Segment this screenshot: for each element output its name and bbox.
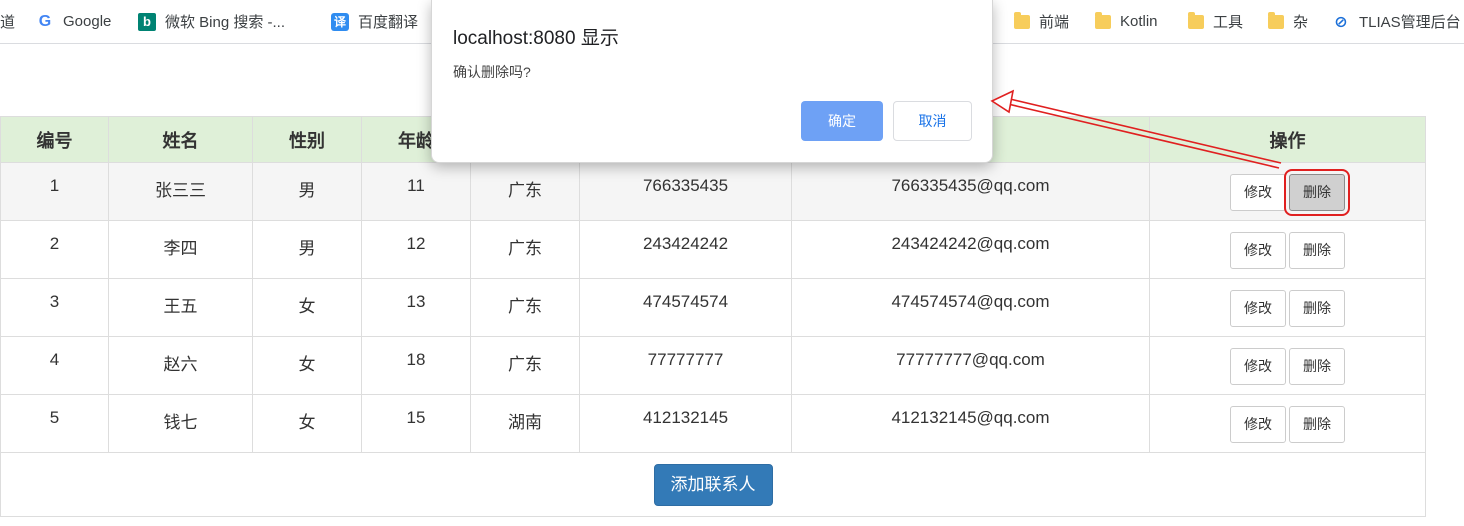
cell-qq: 77777777 — [579, 336, 792, 395]
cell-age: 15 — [361, 394, 471, 453]
cell-name: 张三三 — [108, 162, 253, 221]
google-icon: G — [38, 12, 52, 30]
dialog-title: localhost:8080 显示 — [453, 28, 619, 49]
folder-icon — [1188, 11, 1204, 29]
table-row: 1 张三三 男 11 广东 766335435 766335435@qq.com… — [0, 162, 1426, 221]
cell-age: 11 — [361, 162, 471, 221]
table-row: 4 赵六 女 18 广东 77777777 77777777@qq.com 修改… — [0, 336, 1426, 395]
edit-button[interactable]: 修改 — [1230, 348, 1286, 385]
table-footer-row: 添加联系人 — [0, 452, 1426, 517]
header-actions: 操作 — [1149, 116, 1426, 163]
edit-button[interactable]: 修改 — [1230, 232, 1286, 269]
bookmark-label: 前端 — [1039, 14, 1070, 31]
bookmark-folder-tools[interactable]: 工具 — [1188, 0, 1243, 43]
cell-qq: 243424242 — [579, 220, 792, 279]
confirm-dialog: localhost:8080 显示 确认删除吗? 确定 取消 — [431, 0, 993, 163]
cell-email: 412132145@qq.com — [791, 394, 1150, 453]
cell-gender: 男 — [252, 162, 362, 221]
table-row: 3 王五 女 13 广东 474574574 474574574@qq.com … — [0, 278, 1426, 337]
cell-gender: 女 — [252, 394, 362, 453]
header-gender: 性别 — [252, 116, 362, 163]
bookmark-label: 道 — [0, 14, 16, 31]
cell-qq: 766335435 — [579, 162, 792, 221]
fanyi-icon: 译 — [331, 12, 349, 31]
confirm-ok-button[interactable]: 确定 — [801, 101, 883, 141]
cell-origin: 广东 — [470, 278, 580, 337]
bookmark-folder-kotlin[interactable]: Kotlin — [1095, 0, 1158, 43]
dialog-message: 确认删除吗? — [453, 64, 531, 80]
edit-button[interactable]: 修改 — [1230, 174, 1286, 211]
cell-actions: 修改 删除 — [1149, 336, 1426, 395]
cell-gender: 女 — [252, 336, 362, 395]
edit-button[interactable]: 修改 — [1230, 406, 1286, 443]
cell-email: 766335435@qq.com — [791, 162, 1150, 221]
delete-button[interactable]: 删除 — [1284, 169, 1350, 216]
cell-qq: 474574574 — [579, 278, 792, 337]
add-contact-button[interactable]: 添加联系人 — [653, 463, 773, 506]
cell-actions: 修改 删除 — [1149, 394, 1426, 453]
bookmark-baidu-fanyi[interactable]: 译 百度翻译 — [331, 0, 418, 43]
bookmark-tlias[interactable]: ⊘ TLIAS管理后台 — [1332, 0, 1461, 43]
cell-origin: 广东 — [470, 162, 580, 221]
cell-origin: 广东 — [470, 336, 580, 395]
bookmark-bing[interactable]: b 微软 Bing 搜索 -... — [138, 0, 285, 43]
cell-id: 2 — [0, 220, 109, 279]
cell-id: 5 — [0, 394, 109, 453]
folder-icon — [1014, 11, 1030, 29]
cell-origin: 广东 — [470, 220, 580, 279]
contacts-table: 编号 姓名 性别 年龄 籍贯 QQ 邮箱 操作 1 张三三 男 11 广东 76… — [0, 116, 1426, 517]
cell-age: 13 — [361, 278, 471, 337]
cell-origin: 湖南 — [470, 394, 580, 453]
delete-button[interactable]: 删除 — [1289, 290, 1345, 327]
bookmark-partial[interactable]: 道 — [0, 0, 15, 43]
confirm-cancel-button[interactable]: 取消 — [893, 101, 972, 141]
cell-gender: 女 — [252, 278, 362, 337]
cell-name: 李四 — [108, 220, 253, 279]
tlias-icon: ⊘ — [1334, 13, 1348, 31]
table-row: 5 钱七 女 15 湖南 412132145 412132145@qq.com … — [0, 394, 1426, 453]
bookmark-google[interactable]: G Google — [36, 0, 112, 43]
cell-age: 12 — [361, 220, 471, 279]
bookmark-label: Kotlin — [1120, 13, 1158, 30]
cell-email: 243424242@qq.com — [791, 220, 1150, 279]
cell-name: 钱七 — [108, 394, 253, 453]
cell-email: 474574574@qq.com — [791, 278, 1150, 337]
bookmark-label: 杂 — [1293, 14, 1309, 31]
cell-id: 1 — [0, 162, 109, 221]
folder-icon — [1268, 11, 1284, 29]
cell-id: 3 — [0, 278, 109, 337]
cell-name: 王五 — [108, 278, 253, 337]
header-name: 姓名 — [108, 116, 253, 163]
bookmark-folder-frontend[interactable]: 前端 — [1014, 0, 1069, 43]
cell-id: 4 — [0, 336, 109, 395]
cell-actions: 修改 删除 — [1149, 278, 1426, 337]
cell-actions: 修改 删除 — [1149, 162, 1426, 221]
edit-button[interactable]: 修改 — [1230, 290, 1286, 327]
delete-button[interactable]: 删除 — [1289, 232, 1345, 269]
cell-qq: 412132145 — [579, 394, 792, 453]
bookmark-label: 百度翻译 — [358, 14, 419, 31]
footer-cell: 添加联系人 — [0, 452, 1426, 517]
bookmark-folder-misc[interactable]: 杂 — [1268, 0, 1308, 43]
table-row: 2 李四 男 12 广东 243424242 243424242@qq.com … — [0, 220, 1426, 279]
bookmark-label: 工具 — [1213, 14, 1244, 31]
bookmark-label: Google — [63, 13, 112, 30]
cell-age: 18 — [361, 336, 471, 395]
delete-button[interactable]: 删除 — [1289, 348, 1345, 385]
bing-icon: b — [138, 12, 156, 31]
cell-actions: 修改 删除 — [1149, 220, 1426, 279]
delete-button[interactable]: 删除 — [1289, 406, 1345, 443]
cell-name: 赵六 — [108, 336, 253, 395]
folder-icon — [1095, 11, 1111, 29]
bookmark-label: TLIAS管理后台 — [1359, 14, 1461, 31]
bookmark-label: 微软 Bing 搜索 -... — [165, 14, 286, 31]
cell-email: 77777777@qq.com — [791, 336, 1150, 395]
cell-gender: 男 — [252, 220, 362, 279]
header-id: 编号 — [0, 116, 109, 163]
